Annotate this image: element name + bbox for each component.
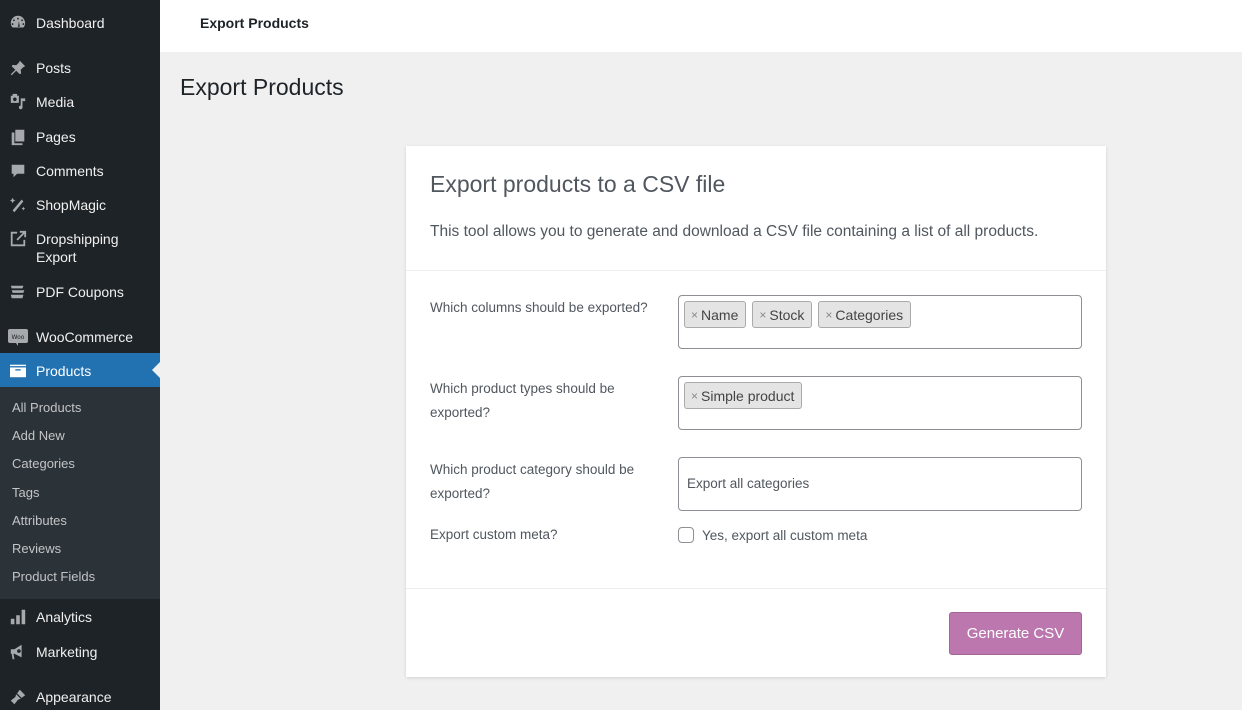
column-tag: × Categories xyxy=(818,301,912,328)
sidebar-item-label: Analytics xyxy=(36,609,93,625)
category-select[interactable]: Export all categories xyxy=(678,457,1082,511)
category-placeholder: Export all categories xyxy=(687,476,810,491)
sidebar-item-label: Comments xyxy=(36,163,104,179)
custom-meta-checkbox-label: Yes, export all custom meta xyxy=(702,527,868,543)
submenu-attributes[interactable]: Attributes xyxy=(0,507,160,535)
sidebar-item-products[interactable]: Products xyxy=(0,353,160,387)
admin-sidebar: Dashboard Posts Media Pages Comments Sho… xyxy=(0,0,160,710)
sidebar-item-pdf-coupons[interactable]: PDF Coupons xyxy=(0,282,160,302)
sidebar-item-appearance[interactable]: Appearance xyxy=(0,687,160,707)
sidebar-item-label: Pages xyxy=(36,129,76,145)
generate-csv-button[interactable]: Generate CSV xyxy=(949,612,1082,655)
submenu-all-products[interactable]: All Products xyxy=(0,394,160,422)
sidebar-item-label: Products xyxy=(36,363,92,379)
coupons-icon xyxy=(8,282,28,302)
submenu-add-new[interactable]: Add New xyxy=(0,422,160,450)
submenu-product-fields[interactable]: Product Fields xyxy=(0,563,160,591)
sidebar-item-label: Marketing xyxy=(36,644,98,660)
sidebar-item-label: PDF Coupons xyxy=(36,284,124,300)
column-tag: × Stock xyxy=(752,301,813,328)
submenu-tags[interactable]: Tags xyxy=(0,479,160,507)
export-card: Export products to a CSV file This tool … xyxy=(406,146,1106,677)
pages-icon xyxy=(8,127,28,147)
export-form: Which columns should be exported? × Name … xyxy=(406,271,1106,589)
column-tag: × Name xyxy=(684,301,747,328)
sidebar-item-label: Dashboard xyxy=(36,15,105,31)
product-types-select[interactable]: × Simple product xyxy=(678,376,1082,430)
remove-tag-icon[interactable]: × xyxy=(691,308,698,322)
custom-meta-option[interactable]: Yes, export all custom meta xyxy=(678,527,867,543)
media-icon xyxy=(8,92,28,112)
sidebar-item-woocommerce[interactable]: Woo WooCommerce xyxy=(0,327,160,347)
sidebar-item-label: Posts xyxy=(36,60,72,76)
sidebar-item-comments[interactable]: Comments xyxy=(0,161,160,181)
custom-meta-label: Export custom meta? xyxy=(430,527,558,542)
custom-meta-checkbox[interactable] xyxy=(678,527,694,543)
product-types-label: Which product types should be exported? xyxy=(430,381,615,420)
card-title: Export products to a CSV file xyxy=(430,171,726,197)
sidebar-item-analytics[interactable]: Analytics xyxy=(0,607,160,627)
card-description: This tool allows you to generate and dow… xyxy=(430,223,1039,240)
remove-tag-icon[interactable]: × xyxy=(825,308,832,322)
top-header-bar: Export Products xyxy=(160,0,1242,52)
pin-icon xyxy=(8,58,28,78)
columns-label: Which columns should be exported? xyxy=(430,300,648,315)
sidebar-item-label: Dropshipping Export xyxy=(36,231,119,265)
external-link-icon xyxy=(8,229,28,249)
sidebar-item-dashboard[interactable]: Dashboard xyxy=(0,13,160,33)
archive-box-icon xyxy=(8,361,28,381)
submenu-reviews[interactable]: Reviews xyxy=(0,535,160,563)
svg-text:Woo: Woo xyxy=(12,334,25,341)
sidebar-item-shopmagic[interactable]: ShopMagic xyxy=(0,195,160,215)
paintbrush-icon xyxy=(8,687,28,707)
sidebar-item-media[interactable]: Media xyxy=(0,92,160,112)
bar-chart-icon xyxy=(8,607,28,627)
columns-select[interactable]: × Name × Stock × Categories xyxy=(678,295,1082,349)
header-title: Export Products xyxy=(200,15,309,31)
products-submenu: All Products Add New Categories Tags Att… xyxy=(0,387,160,599)
megaphone-icon xyxy=(8,642,28,662)
category-label: Which product category should be exporte… xyxy=(430,462,635,501)
remove-tag-icon[interactable]: × xyxy=(691,389,698,403)
remove-tag-icon[interactable]: × xyxy=(759,308,766,322)
magic-wand-icon xyxy=(8,195,28,215)
dashboard-icon xyxy=(8,13,28,33)
sidebar-item-label: ShopMagic xyxy=(36,197,107,213)
sidebar-item-dropshipping-export[interactable]: Dropshipping Export xyxy=(0,229,160,266)
product-type-tag: × Simple product xyxy=(684,382,803,409)
sidebar-item-marketing[interactable]: Marketing xyxy=(0,642,160,662)
page-title: Export Products xyxy=(180,74,344,100)
sidebar-item-pages[interactable]: Pages xyxy=(0,127,160,147)
sidebar-item-label: WooCommerce xyxy=(36,329,133,345)
submenu-categories[interactable]: Categories xyxy=(0,450,160,478)
card-header: Export products to a CSV file This tool … xyxy=(406,146,1106,271)
comment-icon xyxy=(8,161,28,181)
sidebar-item-label: Appearance xyxy=(36,689,112,705)
sidebar-item-label: Media xyxy=(36,94,75,110)
woo-icon: Woo xyxy=(8,327,28,347)
sidebar-item-posts[interactable]: Posts xyxy=(0,58,160,78)
